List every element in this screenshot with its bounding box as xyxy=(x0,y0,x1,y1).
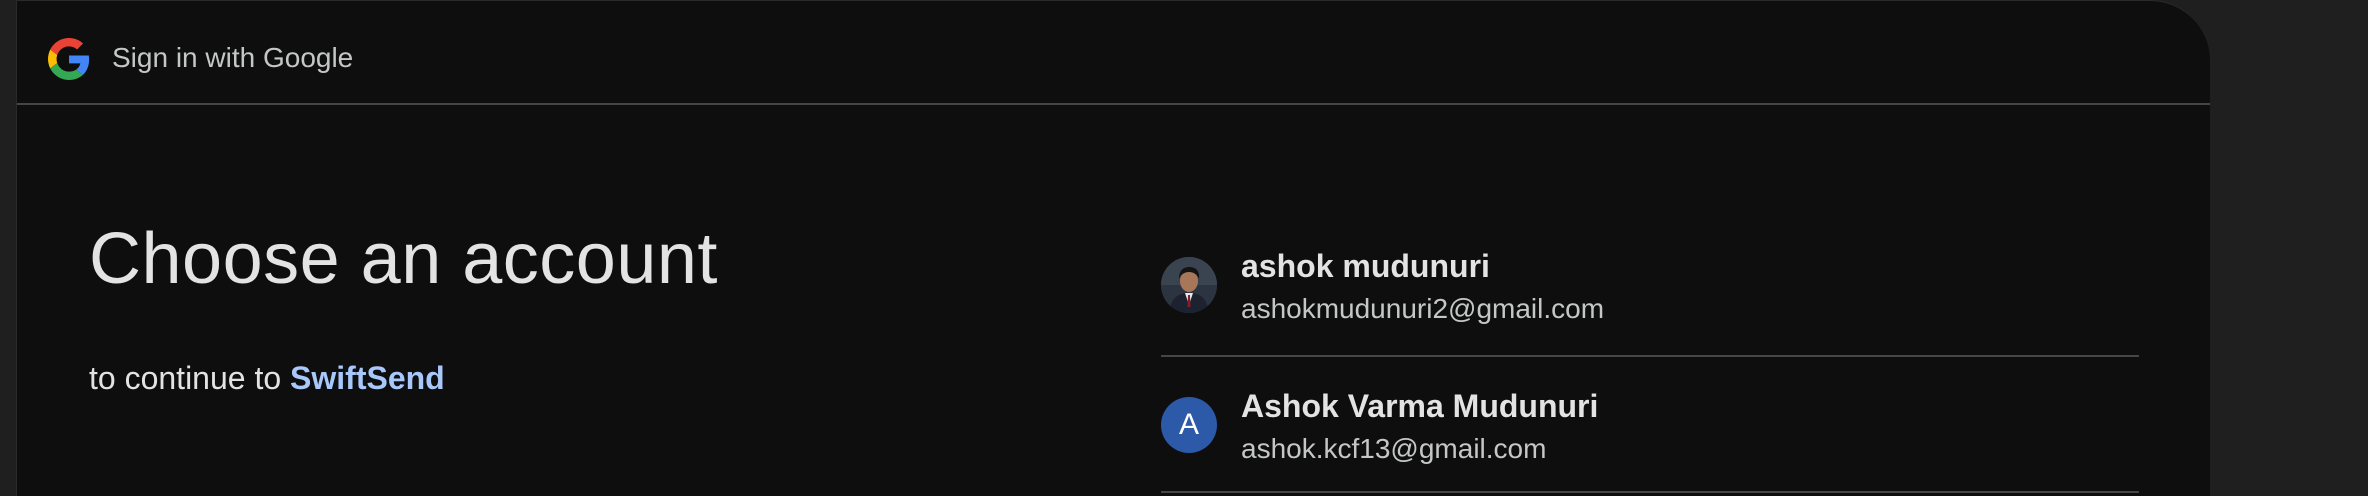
header-bar: Sign in with Google xyxy=(17,1,2210,105)
page-subtitle: to continue to SwiftSend xyxy=(89,358,445,398)
account-item-ashok-mudunuri[interactable]: ashok mudunuri ashokmudunuri2@gmail.com xyxy=(1161,219,2139,357)
account-name: ashok mudunuri xyxy=(1241,248,1490,284)
account-email: ashok.kcf13@gmail.com xyxy=(1241,433,1547,464)
screen: Sign in with Google Choose an account to… xyxy=(0,0,2368,496)
header-title: Sign in with Google xyxy=(112,42,354,73)
sign-in-card: Sign in with Google Choose an account to… xyxy=(16,0,2210,496)
app-name-link[interactable]: SwiftSend xyxy=(290,360,445,396)
subtitle-text: to continue to xyxy=(89,360,282,396)
profile-photo-icon xyxy=(1161,257,1217,313)
account-list: ashok mudunuri ashokmudunuri2@gmail.com … xyxy=(1161,219,2139,493)
avatar xyxy=(1161,257,1217,313)
avatar-letter: A xyxy=(1161,397,1217,453)
account-name: Ashok Varma Mudunuri xyxy=(1241,388,1599,424)
google-logo-icon xyxy=(48,38,90,80)
account-email: ashokmudunuri2@gmail.com xyxy=(1241,293,1605,324)
account-item-ashok-varma-mudunuri[interactable]: A Ashok Varma Mudunuri ashok.kcf13@gmail… xyxy=(1161,357,2139,493)
page-title: Choose an account xyxy=(89,219,718,299)
